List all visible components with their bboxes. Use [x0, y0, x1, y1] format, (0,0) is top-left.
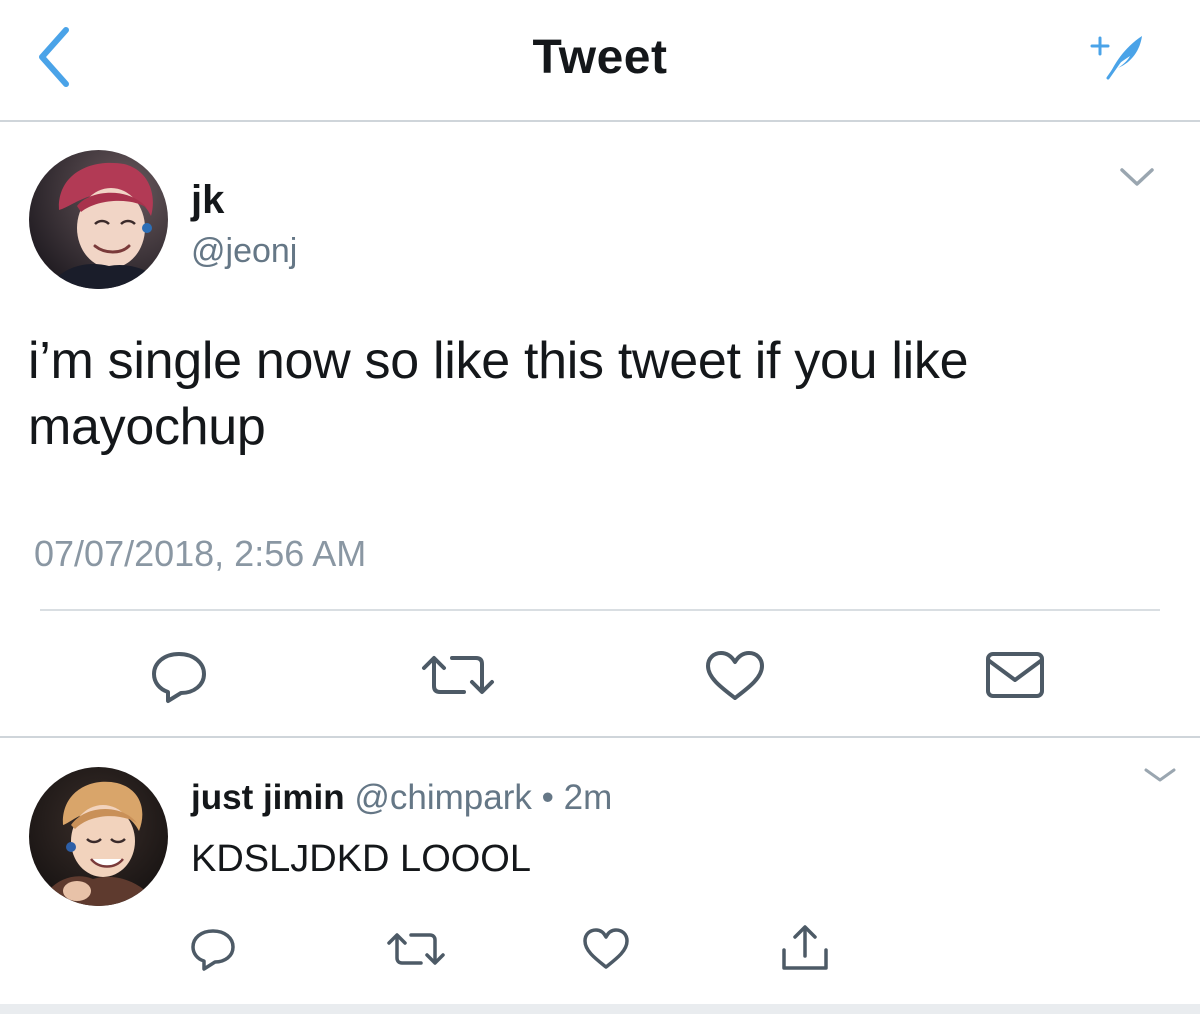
direct-message-button[interactable]: [984, 650, 1046, 700]
like-icon: [583, 928, 629, 969]
divider: [40, 609, 1160, 611]
tweet-timestamp: 07/07/2018, 2:56 AM: [34, 533, 367, 574]
user-handle[interactable]: @jeonj: [191, 232, 297, 271]
chevron-down-icon: [1144, 768, 1176, 782]
reply-user-handle[interactable]: @chimpark: [354, 778, 532, 817]
like-button[interactable]: [580, 926, 632, 972]
share-icon: [782, 925, 828, 970]
share-button[interactable]: [778, 922, 832, 974]
reply-options-button[interactable]: [1140, 760, 1180, 790]
retweet-button[interactable]: [418, 650, 498, 700]
reply-button[interactable]: [188, 926, 238, 972]
avatar[interactable]: [29, 767, 168, 906]
retweet-icon: [387, 933, 445, 965]
bottom-divider: [0, 1004, 1200, 1014]
reply-header: just jimin @chimpark • 2m: [191, 778, 612, 818]
chevron-down-icon: [1120, 168, 1154, 186]
reply-icon: [191, 929, 235, 971]
like-icon: [706, 651, 764, 700]
compose-tweet-icon: [1090, 36, 1142, 80]
avatar[interactable]: [29, 150, 168, 289]
page-title: Tweet: [532, 31, 668, 84]
meta-separator: •: [541, 778, 554, 817]
reply-time-ago: 2m: [563, 778, 613, 817]
display-name[interactable]: jk: [191, 178, 224, 223]
avatar-photo: [29, 150, 168, 289]
tweet-text: i’m single now so like this tweet if you…: [28, 332, 969, 456]
retweet-icon: [422, 656, 494, 694]
divider: [0, 736, 1200, 738]
retweet-button[interactable]: [384, 928, 448, 970]
like-button[interactable]: [702, 648, 768, 704]
nav-header: Tweet: [0, 0, 1200, 122]
reply-icon: [152, 652, 206, 703]
tweet-options-button[interactable]: [1116, 160, 1158, 196]
direct-message-icon: [986, 652, 1044, 698]
reply-display-name[interactable]: just jimin: [191, 778, 345, 817]
compose-tweet-button[interactable]: [1086, 28, 1148, 84]
reply-button[interactable]: [148, 648, 210, 704]
reply-text: KDSLJDKD LOOOL: [191, 838, 531, 880]
avatar-photo: [29, 767, 168, 906]
